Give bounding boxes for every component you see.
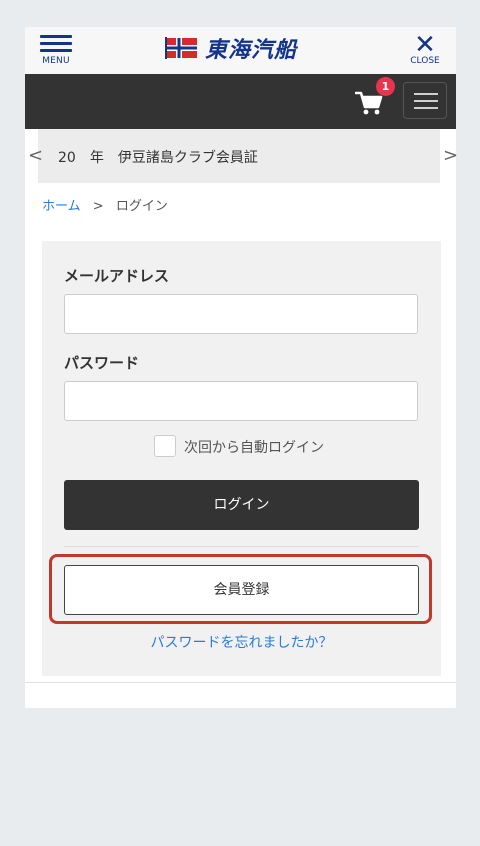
carousel-prev-icon[interactable]: < — [28, 145, 43, 166]
app-screen: MENU 東海汽船 ✕ CLOSE 1 20 年 伊豆諸島クラブ会員証 < > … — [25, 27, 458, 708]
carousel-slide[interactable]: 20 年 伊豆諸島クラブ会員証 — [38, 129, 440, 183]
menu-label: MENU — [42, 56, 70, 66]
menu-icon — [40, 35, 72, 52]
close-icon: ✕ — [414, 30, 436, 60]
flag-logo-icon — [165, 37, 197, 59]
email-field[interactable] — [64, 294, 418, 334]
login-card: メールアドレス パスワード 次回から自動ログイン ログイン 会員登録 パスワード… — [42, 241, 441, 676]
forgot-password-link[interactable]: パスワードを忘れましたか？ — [42, 632, 441, 652]
logo[interactable]: 東海汽船 — [165, 34, 298, 63]
menu-button[interactable]: MENU — [38, 35, 74, 66]
footer-divider — [25, 682, 456, 683]
top-header: MENU 東海汽船 ✕ CLOSE — [25, 27, 456, 74]
auto-login-checkbox[interactable] — [154, 435, 176, 457]
cart-badge: 1 — [376, 77, 395, 96]
login-button[interactable]: ログイン — [64, 480, 419, 530]
slide-text: 20 年 伊豆諸島クラブ会員証 — [58, 150, 258, 166]
close-button[interactable]: ✕ CLOSE — [406, 30, 444, 66]
breadcrumb: ホーム > ログイン — [42, 195, 168, 214]
password-field[interactable] — [64, 381, 418, 421]
membership-carousel: 20 年 伊豆諸島クラブ会員証 < > — [25, 129, 458, 183]
email-label: メールアドレス — [64, 267, 170, 285]
logo-text: 東海汽船 — [205, 37, 298, 63]
carousel-next-icon[interactable]: > — [443, 145, 458, 166]
breadcrumb-separator: > — [92, 199, 104, 214]
auto-login-label[interactable]: 次回から自動ログイン — [184, 437, 324, 457]
close-label: CLOSE — [410, 56, 440, 66]
password-label: パスワード — [64, 354, 140, 372]
register-button[interactable]: 会員登録 — [64, 565, 419, 615]
breadcrumb-home-link[interactable]: ホーム — [42, 199, 81, 214]
breadcrumb-current: ログイン — [115, 199, 168, 214]
nav-toggle-button[interactable] — [403, 82, 447, 119]
divider — [64, 546, 419, 547]
